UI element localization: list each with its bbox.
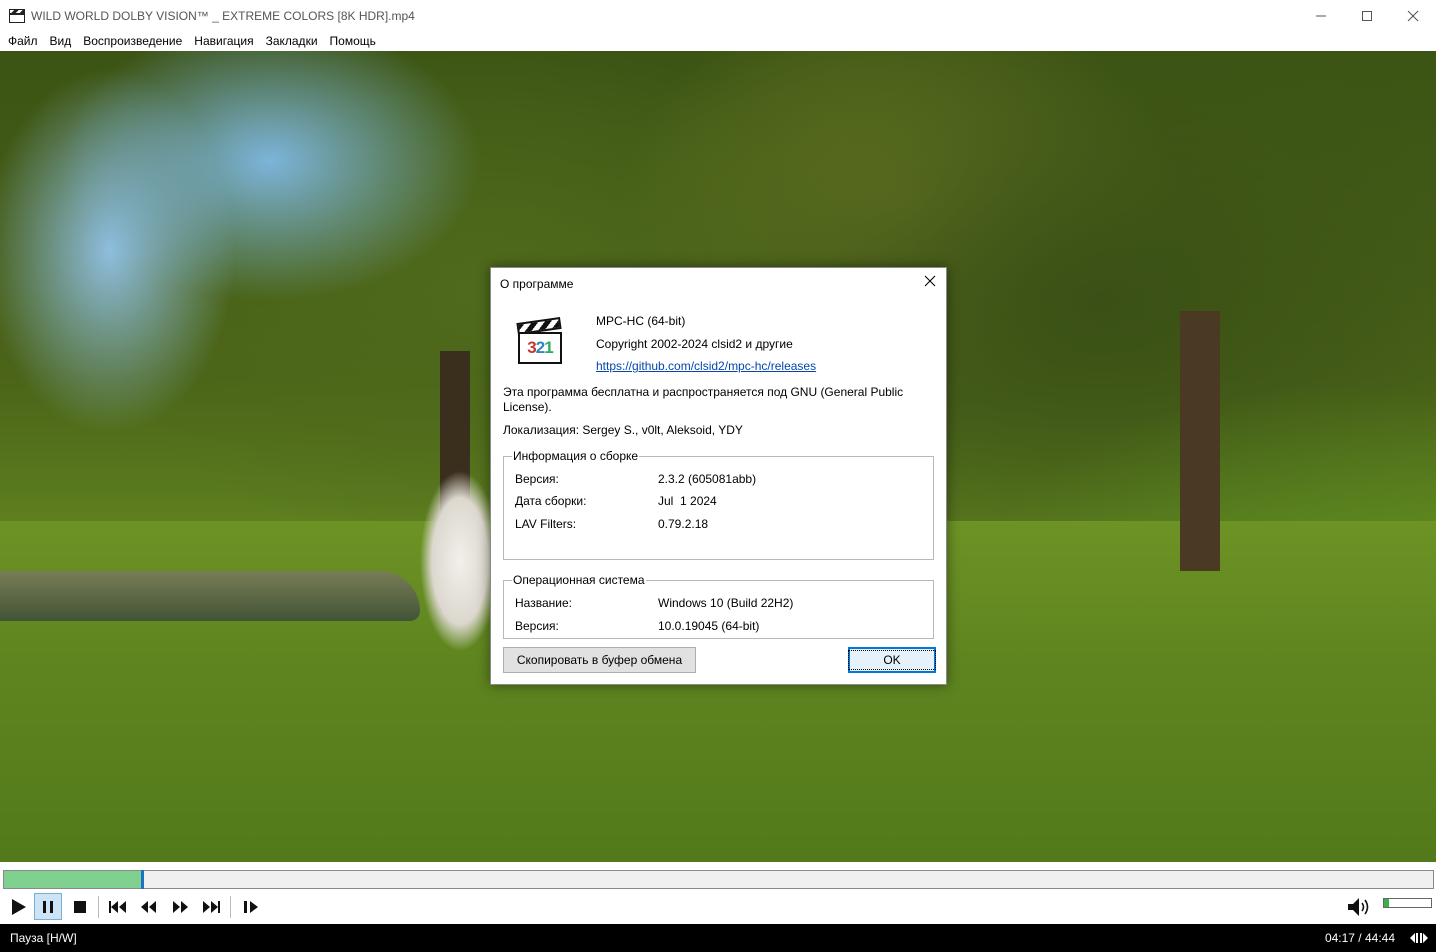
copyright-text: Copyright 2002-2024 clsid2 и другие	[596, 337, 793, 351]
dialog-title: О программе	[500, 277, 574, 291]
pause-button[interactable]	[34, 893, 62, 920]
build-date-label: Дата сборки:	[515, 494, 587, 508]
frame-step-icon	[244, 900, 258, 913]
maximize-button[interactable]	[1344, 0, 1390, 31]
pause-icon	[43, 900, 53, 913]
product-name: MPC-HC (64-bit)	[596, 314, 686, 328]
menu-file[interactable]: Файл	[2, 34, 44, 48]
skip-previous-icon	[109, 900, 126, 913]
menu-navigation[interactable]: Навигация	[188, 34, 259, 48]
play-icon	[12, 898, 26, 915]
menu-bookmarks[interactable]: Закладки	[260, 34, 324, 48]
os-version-label: Версия:	[515, 619, 559, 633]
volume-level	[1384, 899, 1389, 907]
lav-filters-value: 0.79.2.18	[658, 517, 709, 531]
os-name-value: Windows 10 (Build 22H2)	[658, 596, 794, 610]
build-info-legend: Информация о сборке	[512, 449, 640, 463]
menu-view[interactable]: Вид	[44, 34, 78, 48]
window-controls	[1298, 0, 1436, 31]
volume-slider[interactable]	[1383, 898, 1432, 908]
seek-thumb[interactable]	[140, 870, 144, 889]
seek-progress	[4, 871, 141, 888]
build-date-value: Jul 1 2024	[658, 494, 717, 508]
window-title: WILD WORLD DOLBY VISION™ _ EXTREME COLOR…	[31, 8, 415, 23]
previous-button[interactable]	[104, 893, 132, 920]
minimize-button[interactable]	[1298, 0, 1344, 31]
stop-icon	[74, 900, 86, 913]
stop-button[interactable]	[66, 893, 94, 920]
ok-button-label: OK	[848, 650, 936, 670]
fast-forward-icon	[173, 900, 188, 913]
copy-to-clipboard-button[interactable]: Скопировать в буфер обмена	[503, 647, 696, 673]
build-info-group: Информация о сборке Версия: 2.3.2 (60508…	[503, 449, 934, 560]
close-icon	[924, 275, 936, 287]
os-info-group: Операционная система Название: Windows 1…	[503, 573, 934, 639]
releases-link[interactable]: https://github.com/clsid2/mpc-hc/release…	[596, 359, 816, 373]
speaker-icon	[1348, 898, 1369, 916]
menu-help[interactable]: Помощь	[324, 34, 382, 48]
fast-forward-button[interactable]	[166, 893, 194, 920]
os-name-label: Название:	[515, 596, 572, 610]
mute-button[interactable]	[1345, 895, 1371, 919]
ok-button[interactable]: OK	[848, 647, 936, 673]
dialog-close-button[interactable]	[922, 273, 938, 289]
resize-grip-icon[interactable]	[1410, 932, 1428, 944]
time-display[interactable]: 04:17 / 44:44	[1325, 931, 1395, 945]
minimize-icon	[1316, 15, 1326, 16]
video-dog	[415, 461, 495, 651]
skip-next-icon	[203, 900, 220, 913]
lav-filters-label: LAV Filters:	[515, 517, 577, 531]
license-text: Эта программа бесплатна и распространяет…	[503, 385, 904, 414]
localization-text: Локализация: Sergey S., v0lt, Aleksoid, …	[503, 423, 743, 437]
mpc-app-icon[interactable]	[9, 8, 25, 23]
menu-bar: Файл Вид Воспроизведение Навигация Закла…	[0, 31, 1436, 51]
maximize-icon	[1362, 10, 1372, 21]
frame-step-button[interactable]	[237, 893, 265, 920]
playback-toolbar	[0, 890, 1436, 924]
playback-status: Пауза [H/W]	[10, 931, 77, 945]
os-info-legend: Операционная система	[512, 573, 646, 587]
rewind-button[interactable]	[135, 893, 163, 920]
close-button[interactable]	[1390, 0, 1436, 31]
build-version-value: 2.3.2 (605081abb)	[658, 472, 757, 486]
seek-bar-area	[0, 862, 1436, 890]
menu-playback[interactable]: Воспроизведение	[77, 34, 188, 48]
about-dialog: О программе 321 MPC-HC (64-bit) Copyrigh…	[490, 267, 947, 685]
play-button[interactable]	[4, 893, 32, 920]
title-bar: WILD WORLD DOLBY VISION™ _ EXTREME COLOR…	[0, 0, 1436, 31]
close-icon	[1407, 10, 1419, 21]
mpc-logo-icon: 321	[516, 316, 563, 366]
seek-bar[interactable]	[3, 870, 1434, 889]
rewind-icon	[141, 900, 156, 913]
build-version-label: Версия:	[515, 472, 559, 486]
status-bar: Пауза [H/W] 04:17 / 44:44	[0, 924, 1436, 952]
os-version-value: 10.0.19045 (64-bit)	[658, 619, 760, 633]
next-button[interactable]	[197, 893, 225, 920]
